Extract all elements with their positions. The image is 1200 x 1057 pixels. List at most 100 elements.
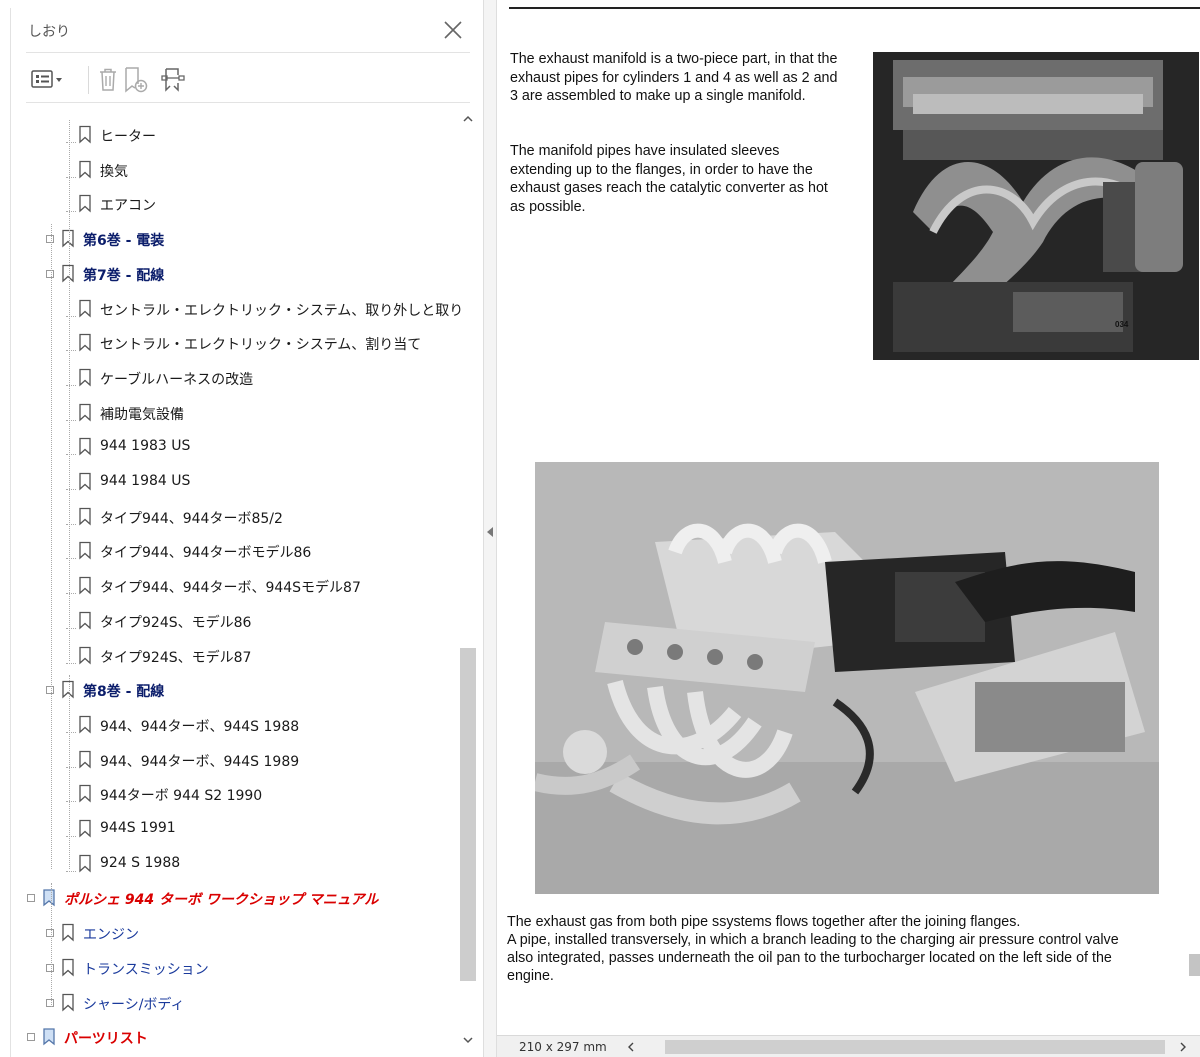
tree-guide-line: [51, 883, 52, 1008]
bookmark-item[interactable]: 924 S 1988: [11, 849, 461, 879]
bookmark-item[interactable]: 第7巻 - 配線: [11, 259, 461, 289]
bookmark-item[interactable]: パーツリスト: [11, 1022, 461, 1052]
bookmark-item[interactable]: タイプ944、944ターボモデル86: [11, 536, 461, 566]
delete-bookmark-button[interactable]: [95, 63, 121, 95]
caption-line: The exhaust gas from both pipe ssystems …: [507, 914, 1021, 930]
bookmark-item[interactable]: タイプ924S、モデル87: [11, 641, 461, 671]
tree-guide-line: [51, 224, 52, 869]
bookmark-label: エンジン: [83, 927, 139, 944]
scroll-down-icon[interactable]: [461, 1033, 475, 1047]
tree-connector: [66, 523, 76, 525]
tree-connector: [66, 142, 76, 143]
bookmark-item[interactable]: 第6巻 - 電装: [11, 224, 461, 254]
bookmark-icon: [79, 646, 91, 664]
bookmark-label: ケーブルハーネスの改造: [100, 371, 254, 388]
tree-connector: [66, 731, 76, 733]
photo-caption: The exhaust gas from both pipe ssystems …: [507, 913, 1200, 985]
new-bookmark-button[interactable]: [121, 63, 151, 95]
paragraph-manifold-pipes: The manifold pipes have insulated sleeve…: [510, 143, 828, 215]
tree-connector: [66, 801, 76, 803]
bookmark-item[interactable]: ヒーター: [11, 120, 461, 150]
panel-header: しおり: [11, 8, 471, 52]
bookmark-item[interactable]: 944、944ターボ、944S 1988: [11, 710, 461, 740]
bookmark-label: 944、944ターボ、944S 1988: [100, 718, 300, 735]
bookmark-toolbar: [11, 58, 471, 102]
bookmark-icon: [79, 472, 91, 491]
bookmark-item[interactable]: 944 1983 US: [11, 432, 461, 462]
bookmark-label: 924 S 1988: [100, 854, 181, 871]
tree-connector: [66, 558, 76, 560]
caption-line: engine.: [507, 968, 554, 984]
document-scrollbar-thumb[interactable]: [1189, 954, 1200, 976]
bookmark-icon: [79, 819, 91, 838]
scroll-right-icon[interactable]: [1177, 1041, 1189, 1053]
bookmark-tree: ヒーター換気エアコン第6巻 - 電装 第7巻 - 配線 セントラル・エレクトリック・…: [11, 108, 461, 1057]
bookmark-item[interactable]: タイプ924S、モデル86: [11, 606, 461, 636]
expand-toggle-icon[interactable]: [46, 235, 54, 244]
page-top-rule: [509, 7, 1200, 9]
bookmark-label: 第8巻 - 配線: [83, 684, 165, 701]
expand-toggle-icon[interactable]: [27, 894, 35, 903]
bookmark-item[interactable]: 第8巻 - 配線: [11, 675, 461, 705]
panel-title: しおり: [28, 24, 70, 40]
bookmark-icon: [79, 715, 91, 734]
bookmark-label: タイプ944、944ターボモデル86: [100, 545, 312, 562]
bookmark-item[interactable]: 944ターボ 944 S2 1990: [11, 779, 461, 809]
caption-line: A pipe, installed transversely, in which…: [507, 932, 1119, 948]
bookmark-item[interactable]: 944S 1991: [11, 814, 461, 844]
bookmark-item[interactable]: シャーシ/ボディ: [11, 988, 461, 1018]
panel-scrollbar[interactable]: [460, 108, 478, 1057]
bookmark-icon: [79, 785, 91, 803]
bookmark-item[interactable]: セントラル・エレクトリック・システム、割り当て: [11, 328, 461, 358]
scroll-up-icon[interactable]: [461, 112, 475, 126]
bookmark-item[interactable]: 944 1984 US: [11, 467, 461, 497]
collapse-arrow-icon: [487, 527, 493, 537]
bookmark-item[interactable]: エンジン: [11, 918, 461, 948]
tree-connector: [66, 419, 76, 421]
bookmark-item[interactable]: 換気: [11, 155, 461, 185]
scrollbar-thumb[interactable]: [460, 648, 476, 981]
bookmark-label: ヒーター: [100, 129, 156, 145]
expand-toggle-icon[interactable]: [27, 1033, 35, 1042]
bookmark-item[interactable]: ポルシェ 944 ターボ ワークショップ マニュアル: [11, 883, 461, 913]
panel-collapse-handle[interactable]: [483, 0, 497, 1057]
expand-toggle-icon[interactable]: [46, 269, 54, 278]
expand-toggle-icon[interactable]: [46, 686, 54, 695]
find-bookmark-icon: [161, 68, 185, 92]
tree-connector: [66, 384, 76, 386]
bookmark-label: タイプ924S、モデル86: [100, 614, 252, 631]
bookmark-item[interactable]: トランスミッション: [11, 953, 461, 983]
bookmark-item[interactable]: エアコン: [11, 189, 461, 219]
horizontal-scrollbar-thumb[interactable]: [665, 1040, 1165, 1054]
tree-connector: [66, 593, 76, 595]
bookmark-label: トランスミッション: [83, 961, 209, 978]
tree-connector: [66, 870, 76, 872]
bookmark-icon: [62, 958, 74, 977]
bookmark-item[interactable]: 補助電気設備: [11, 398, 461, 428]
toolbar-divider: [88, 66, 89, 94]
bookmark-icon: [79, 854, 91, 873]
bookmark-item[interactable]: タイプ944、944ターボ、944Sモデル87: [11, 571, 461, 601]
expand-toggle-icon[interactable]: [46, 929, 54, 938]
bookmark-icon: [79, 368, 91, 387]
bookmark-item[interactable]: 944、944ターボ、944S 1989: [11, 745, 461, 775]
find-bookmark-button[interactable]: [157, 63, 189, 95]
expand-toggle-icon[interactable]: [46, 963, 54, 972]
bookmark-label: 補助電気設備: [100, 406, 184, 423]
scroll-left-icon[interactable]: [625, 1041, 637, 1053]
bookmark-item[interactable]: タイプ944、944ターボ85/2: [11, 502, 461, 532]
bookmark-icon: [62, 264, 74, 283]
bookmark-label: 944S 1991: [100, 820, 176, 836]
close-icon: [444, 21, 462, 39]
bookmark-label: タイプ944、944ターボ、944Sモデル87: [100, 580, 361, 597]
bookmark-icon: [79, 438, 91, 456]
document-bookmark-icon: [43, 1028, 55, 1046]
options-menu-button[interactable]: [29, 63, 67, 95]
bookmark-label: 944ターボ 944 S2 1990: [100, 788, 263, 805]
bookmark-item[interactable]: ケーブルハーネスの改造: [11, 363, 461, 393]
expand-toggle-icon[interactable]: [46, 998, 54, 1007]
bookmark-icon: [79, 195, 91, 213]
bookmark-item[interactable]: セントラル・エレクトリック・システム、取り外しと取り付け: [11, 294, 461, 324]
tree-connector: [66, 315, 76, 317]
close-panel-button[interactable]: [440, 17, 466, 43]
